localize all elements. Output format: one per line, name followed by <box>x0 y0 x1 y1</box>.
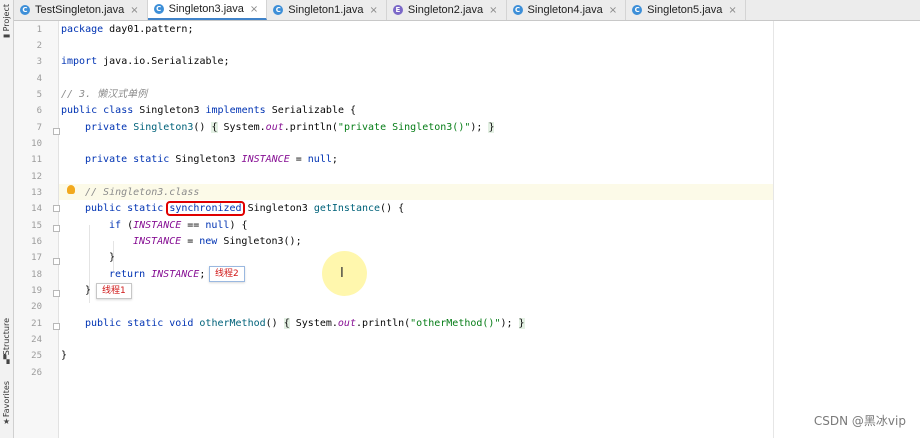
watermark: CSDN @黑冰vip <box>813 414 906 428</box>
cursor-highlight <box>322 251 367 296</box>
line-number: 15 <box>31 221 42 231</box>
class-icon: C <box>632 5 643 15</box>
code-line-19: } <box>85 285 92 296</box>
line-number: 4 <box>36 74 42 84</box>
close-icon[interactable]: × <box>130 5 138 16</box>
line-number: 2 <box>36 41 42 51</box>
line-number: 3 <box>36 57 42 67</box>
code-line-16: INSTANCE = new Singleton3(); <box>133 236 302 247</box>
favorites-tool-button[interactable]: Favorites ★ <box>0 381 13 426</box>
class-icon: C <box>512 5 523 15</box>
enum-icon: E <box>392 5 403 15</box>
line-number: 13 <box>31 188 42 198</box>
close-icon[interactable]: × <box>728 5 736 16</box>
line-number: 19 <box>31 286 42 296</box>
tab-label: Singleton1.java <box>288 4 364 16</box>
code-line-21: public static void otherMethod() { Syste… <box>85 318 525 329</box>
code-editor[interactable]: package day01.pattern; import java.io.Se… <box>59 21 773 438</box>
structure-icon: ▚ <box>3 355 10 365</box>
code-line-14: public static synchronized Singleton3 ge… <box>85 201 405 216</box>
project-label: Project <box>2 4 11 32</box>
tab-singleton3[interactable]: C Singleton3.java × <box>147 0 268 20</box>
line-number: 10 <box>31 139 42 149</box>
line-number: 11 <box>31 155 42 165</box>
line-number: 7 <box>36 123 42 133</box>
tab-label: Singleton2.java <box>407 4 484 16</box>
star-icon: ★ <box>2 417 11 427</box>
project-tool-button[interactable]: Project ▬ <box>0 4 13 40</box>
code-line-17: } <box>109 252 116 263</box>
code-line-15: if (INSTANCE == null) { <box>109 220 248 231</box>
tab-testsingleton[interactable]: C TestSingleton.java × <box>14 0 148 20</box>
class-icon: C <box>273 5 284 15</box>
line-number: 25 <box>31 351 42 361</box>
line-number: 1 <box>36 25 42 35</box>
line-number: 18 <box>31 270 42 280</box>
close-icon[interactable]: × <box>250 4 258 15</box>
tab-label: Singleton4.java <box>527 4 603 16</box>
line-number: 5 <box>36 90 42 100</box>
thread-1-label: 线程1 <box>96 283 132 299</box>
text-cursor-icon: I <box>340 266 344 281</box>
close-icon[interactable]: × <box>609 5 617 16</box>
line-number: 24 <box>31 335 42 345</box>
tab-singleton2[interactable]: E Singleton2.java × <box>387 0 507 20</box>
class-icon: C <box>153 4 164 14</box>
line-number: 21 <box>31 319 42 329</box>
editor-tab-bar: C TestSingleton.java × C Singleton3.java × C… <box>14 0 920 21</box>
tool-window-strip: Project ▬ Structure ▚ Favorites ★ <box>0 0 14 438</box>
line-number: 6 <box>36 106 42 116</box>
code-line-6: public class Singleton3 implements Seria… <box>61 105 357 116</box>
tab-singleton1[interactable]: C Singleton1.java × <box>267 0 387 20</box>
code-line-7: private Singleton3() { System.out.printl… <box>85 122 495 133</box>
structure-tool-button[interactable]: Structure ▚ <box>0 318 13 364</box>
line-number: 17 <box>31 253 42 263</box>
line-number: 26 <box>31 368 42 378</box>
line-number: 12 <box>31 172 42 182</box>
tab-singleton5[interactable]: C Singleton5.java × <box>626 0 746 20</box>
structure-label: Structure <box>2 318 11 356</box>
code-line-13: // Singleton3.class <box>85 187 200 198</box>
tab-label: Singleton5.java <box>647 4 723 16</box>
tab-label: Singleton3.java <box>168 3 244 15</box>
folder-icon: ▬ <box>2 31 11 41</box>
favorites-label: Favorites <box>2 381 11 418</box>
synchronized-highlight-box: synchronized <box>166 201 245 216</box>
code-line-25: } <box>61 350 68 361</box>
code-line-5: // 3. 懒汉式单例 <box>61 89 148 100</box>
code-line-1: package day01.pattern; <box>61 24 194 35</box>
close-icon[interactable]: × <box>489 5 497 16</box>
line-number-gutter: 1 2 3 4 5 6 7 10 11 12 13 14 15 16 17 18… <box>14 21 60 438</box>
thread-2-label: 线程2 <box>209 266 245 282</box>
code-line-18: return INSTANCE; <box>109 269 206 280</box>
right-margin-area <box>773 21 920 438</box>
line-number: 20 <box>31 302 42 312</box>
tab-singleton4[interactable]: C Singleton4.java × <box>507 0 627 20</box>
close-icon[interactable]: × <box>370 5 378 16</box>
line-number: 14 <box>31 204 42 214</box>
line-number: 16 <box>31 237 42 247</box>
tab-label: TestSingleton.java <box>35 4 125 16</box>
code-line-3: import java.io.Serializable; <box>61 56 230 67</box>
class-icon: C <box>20 5 30 15</box>
code-line-11: private static Singleton3 INSTANCE = nul… <box>85 154 338 165</box>
